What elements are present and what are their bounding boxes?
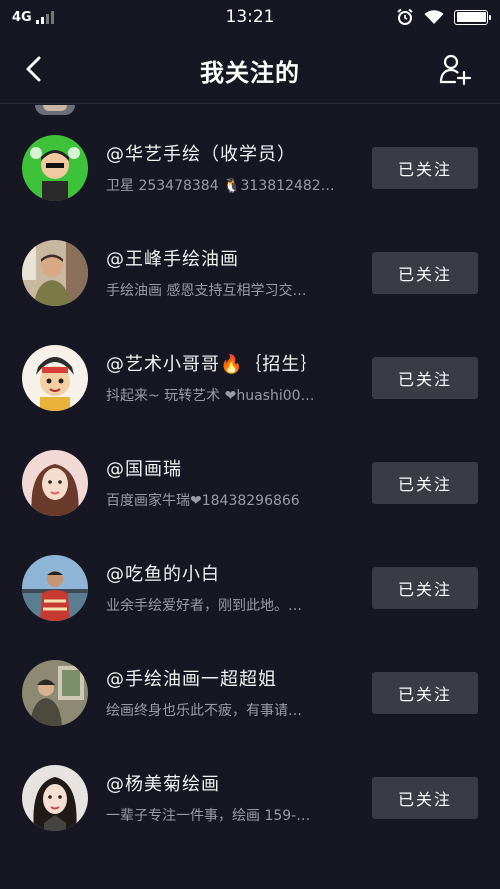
- username[interactable]: @吃鱼的小白: [106, 560, 220, 586]
- avatar[interactable]: [22, 345, 88, 411]
- username[interactable]: @艺术小哥哥🔥｛招生｝: [106, 350, 319, 376]
- avatar-image: [22, 660, 88, 726]
- user-bio: 抖起来~ 玩转艺术 ❤huashi00…: [106, 388, 315, 404]
- avatar-image: [22, 135, 88, 201]
- list-item[interactable]: @吃鱼的小白 业余手绘爱好者，刚到此地。… 已关注: [0, 535, 500, 640]
- avatar-image: [22, 240, 88, 306]
- alarm-icon: [397, 8, 413, 25]
- avatar[interactable]: [22, 450, 88, 516]
- nav-bar: 我关注的: [0, 34, 500, 104]
- list-item[interactable]: @华艺手绘（收学员） 卫星 253478384 🐧313812482… 已关注: [0, 115, 500, 220]
- user-bio: 手绘油画 感恩支持互相学习交…: [106, 283, 307, 299]
- user-bio: 绘画终身也乐此不疲，有事请…: [106, 703, 302, 719]
- list-item[interactable]: @杨美菊绘画 一辈子专注一件事，绘画 159-… 已关注: [0, 745, 500, 850]
- avatar-image: [22, 345, 88, 411]
- avatar[interactable]: [22, 765, 88, 831]
- add-user-icon: [439, 54, 472, 86]
- avatar[interactable]: [22, 240, 88, 306]
- user-bio: 百度画家牛瑞❤18438296866: [106, 493, 300, 509]
- list-item[interactable]: @王峰手绘油画 手绘油画 感恩支持互相学习交… 已关注: [0, 220, 500, 325]
- following-button[interactable]: 已关注: [372, 462, 478, 504]
- avatar[interactable]: [22, 555, 88, 621]
- status-icons: [396, 8, 491, 26]
- list-item[interactable]: @国画瑞 百度画家牛瑞❤18438296866 已关注: [0, 430, 500, 535]
- list-item[interactable]: @手绘油画一超超姐 绘画终身也乐此不疲，有事请… 已关注: [0, 640, 500, 745]
- signal-group: 4G: [12, 10, 58, 25]
- add-friend-button[interactable]: [438, 52, 472, 86]
- username[interactable]: @华艺手绘（收学员）: [106, 140, 296, 166]
- avatar[interactable]: [22, 135, 88, 201]
- user-bio: 一辈子专注一件事，绘画 159-…: [106, 808, 311, 824]
- following-button[interactable]: 已关注: [372, 252, 478, 294]
- username[interactable]: @王峰手绘油画: [106, 245, 239, 271]
- user-bio: 卫星 253478384 🐧313812482…: [106, 178, 335, 194]
- following-button[interactable]: 已关注: [372, 357, 478, 399]
- status-bar: 4G 13:21: [0, 0, 500, 34]
- avatar[interactable]: [22, 660, 88, 726]
- avatar-image: [22, 765, 88, 831]
- signal-icon: [35, 11, 54, 24]
- avatar-image: [22, 555, 88, 621]
- network-type: 4G: [12, 9, 32, 25]
- battery-icon: [454, 9, 491, 25]
- following-button[interactable]: 已关注: [372, 147, 478, 189]
- following-button[interactable]: 已关注: [372, 672, 478, 714]
- wifi-icon: [424, 9, 444, 24]
- username[interactable]: @杨美菊绘画: [106, 770, 220, 796]
- following-button[interactable]: 已关注: [372, 777, 478, 819]
- avatar-image: [22, 450, 88, 516]
- partial-avatar: [35, 105, 75, 115]
- username[interactable]: @手绘油画一超超姐: [106, 665, 277, 691]
- following-button[interactable]: 已关注: [372, 567, 478, 609]
- list-item[interactable]: @艺术小哥哥🔥｛招生｝ 抖起来~ 玩转艺术 ❤huashi00… 已关注: [0, 325, 500, 430]
- page-title: 我关注的: [200, 59, 300, 87]
- user-bio: 业余手绘爱好者，刚到此地。…: [106, 598, 302, 614]
- username[interactable]: @国画瑞: [106, 455, 182, 481]
